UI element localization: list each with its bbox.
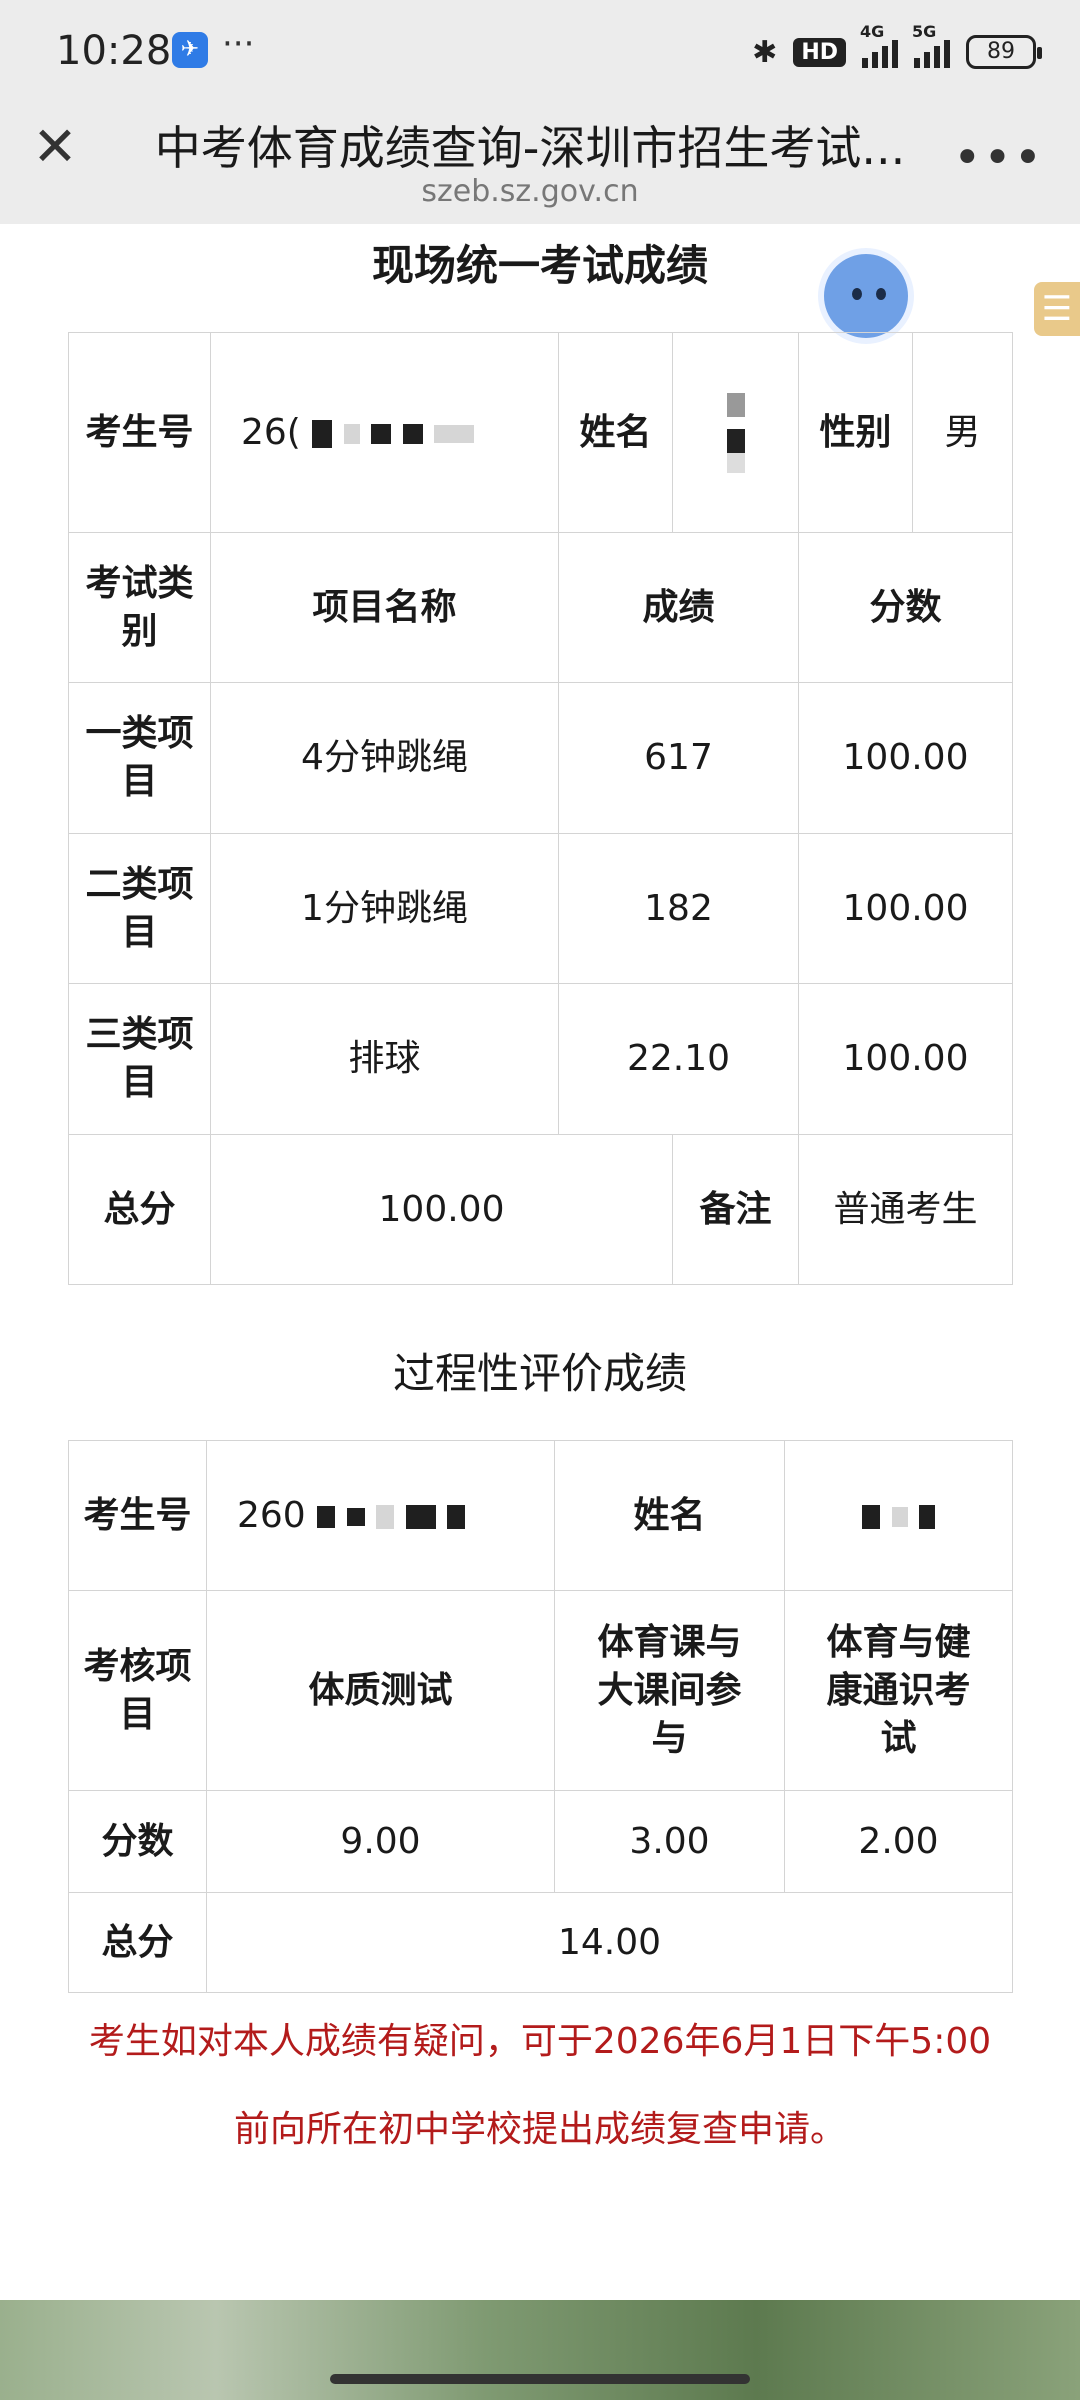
table-row: 分数 9.00 3.00 2.00 [68,1790,1013,1893]
table-row: 一类项目 4分钟跳绳 617 100.00 [68,682,1013,834]
table-row: 考试类别 项目名称 成绩 分数 [68,532,1013,683]
score-cell: 9.00 [206,1790,555,1893]
assess-item-header: 考核项目 [68,1590,207,1791]
item-cell: 4分钟跳绳 [210,682,559,834]
total-label: 总分 [68,1892,207,1993]
appeal-notice-line-2: 前向所在初中学校提出成绩复查申请。 [233,2109,846,2150]
app-notification-icon: ✈ [172,32,208,68]
signal-5g-icon: 5G [912,22,950,68]
score-cell: 100.00 [798,983,1013,1135]
name-label: 姓名 [558,332,673,533]
onsite-section-title: 现场统一考试成绩 [371,241,708,290]
browser-title-bar: ✕ 中考体育成绩查询-深圳市招生考试... szeb.sz.gov.cn ••• [0,100,1080,224]
score-cell: 100.00 [798,682,1013,834]
signal-4g-icon: 4G [860,22,898,68]
status-icons: ✱ HD 4G 5G 89 [752,22,1042,74]
assess-item-cell: 体育课与大课间参与 [554,1590,785,1791]
result-cell: 182 [558,833,799,984]
exam-no-label: 考生号 [68,1440,207,1591]
assess-item-cell: 体质测试 [206,1590,555,1791]
item-name-header: 项目名称 [210,532,559,683]
item-cell: 1分钟跳绳 [210,833,559,984]
category-header: 考试类别 [68,532,211,683]
exam-no-label: 考生号 [68,332,211,533]
score-cell: 2.00 [784,1790,1013,1893]
total-value: 100.00 [210,1134,673,1285]
hd-badge: HD [793,37,846,67]
process-score-table: 考生号 260 姓名 考核项目 体质测试 体育课与大课间参与 体育与健康通识考试… [68,1440,1013,1993]
total-value: 14.00 [206,1892,1013,1993]
table-row: 考生号 26( 姓名 性别 男 [68,332,1013,533]
table-row: 总分 14.00 [68,1892,1013,1993]
assess-item-cell: 体育与健康通识考试 [784,1590,1013,1791]
gender-value: 男 [912,332,1013,533]
battery-indicator: 89 [966,35,1042,69]
result-cell: 617 [558,682,799,834]
page-title: 中考体育成绩查询-深圳市招生考试... [154,121,906,175]
score-cell: 3.00 [554,1790,785,1893]
onsite-score-table: 考生号 26( 姓名 性别 男 考试类别 项目名称 成绩 分数 一类项目 4分钟… [68,332,1013,1285]
bluetooth-icon: ✱ [752,34,778,70]
close-icon[interactable]: ✕ [30,120,80,174]
table-row: 考生号 260 姓名 [68,1440,1013,1591]
appeal-notice-line-1: 考生如对本人成绩有疑问，可于2026年6月1日下午5:00 [88,2021,992,2062]
category-cell: 一类项目 [68,682,211,834]
remark-label: 备注 [672,1134,799,1285]
name-label: 姓名 [554,1440,785,1591]
score-label: 分数 [68,1790,207,1893]
total-label: 总分 [68,1134,211,1285]
gender-label: 性别 [798,332,913,533]
name-value-redacted [672,332,799,533]
result-cell: 22.10 [558,983,799,1135]
table-row: 三类项目 排球 22.10 100.00 [68,983,1013,1135]
result-header: 成绩 [558,532,799,683]
process-section-title: 过程性评价成绩 [392,1349,687,1398]
table-row: 考核项目 体质测试 体育课与大课间参与 体育与健康通识考试 [68,1590,1013,1791]
footer-banner-image [0,2300,1080,2400]
remark-value: 普通考生 [798,1134,1013,1285]
page-url: szeb.sz.gov.cn [421,174,639,209]
score-cell: 100.00 [798,833,1013,984]
status-bar: 10:28 ✈ ··· ✱ HD 4G 5G 89 [0,0,1080,100]
name-value-redacted [784,1440,1013,1591]
more-dots-icon[interactable]: ••• [953,130,1044,186]
item-cell: 排球 [210,983,559,1135]
category-cell: 三类项目 [68,983,211,1135]
home-indicator[interactable] [330,2374,750,2384]
score-header: 分数 [798,532,1013,683]
exam-no-value: 260 [206,1440,555,1591]
more-notifications: ··· [222,24,255,64]
table-row: 二类项目 1分钟跳绳 182 100.00 [68,833,1013,984]
category-cell: 二类项目 [68,833,211,984]
table-row: 总分 100.00 备注 普通考生 [68,1134,1013,1285]
clock: 10:28 [56,28,172,74]
exam-no-value: 26( [210,332,559,533]
